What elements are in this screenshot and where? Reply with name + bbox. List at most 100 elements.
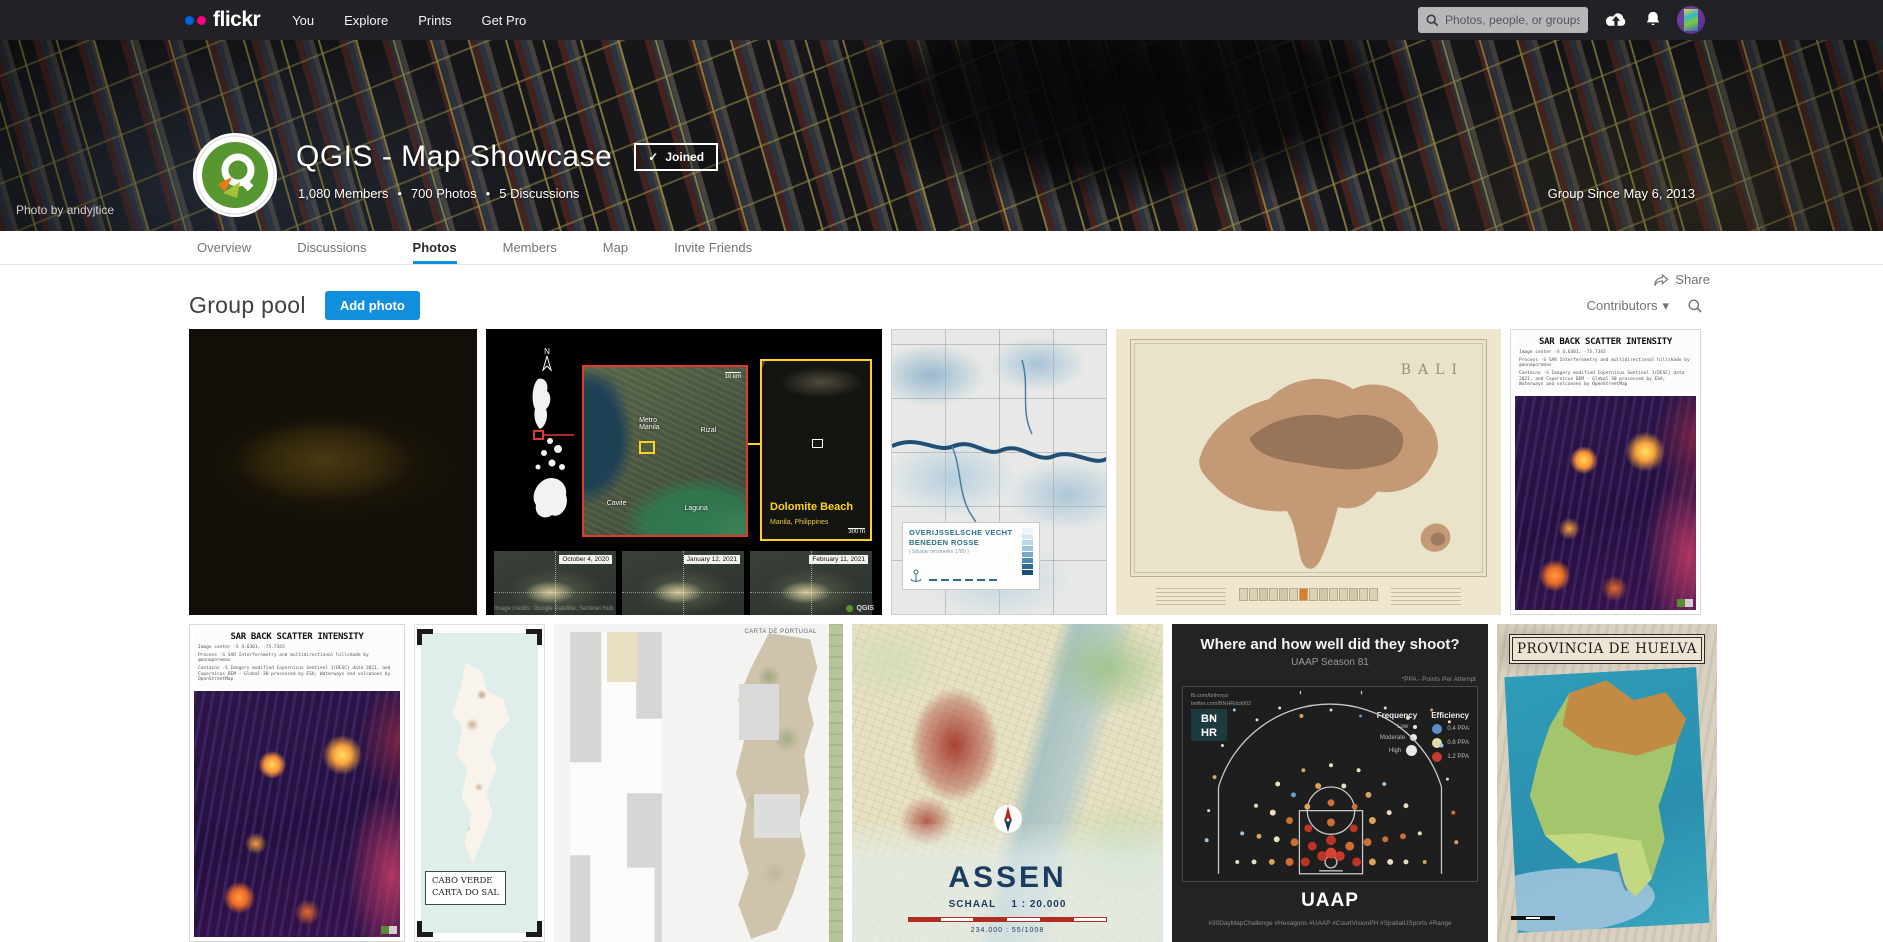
flickr-logo-pink-dot-icon (197, 16, 206, 25)
photo-vecht-river-map[interactable]: OVERIJSSELSCHE VECHT BENEDEN ROSSE ( Sit… (891, 329, 1107, 615)
qgis-mark (1677, 599, 1693, 607)
members-count[interactable]: 1,080 Members (298, 186, 388, 201)
assen-title: ASSEN (852, 861, 1163, 895)
image-credit: Image credits: Google Satellite, Sentine… (494, 606, 613, 612)
crosshair-h (750, 592, 872, 593)
crosshair-h (622, 592, 744, 593)
legend-subtitle: ( Situatie omstreeks 1780 ) (909, 549, 1033, 555)
tab-members[interactable]: Members (503, 231, 557, 264)
nav-get-pro[interactable]: Get Pro (481, 13, 526, 28)
notifications-button[interactable] (1644, 10, 1662, 30)
map-label-metro-manila: Metro Manila (639, 417, 660, 431)
bball-note: *PPA - Points Per Attempt (1402, 676, 1476, 683)
photo-assen-city-map[interactable]: ASSEN SCHAAL 1 : 20.000 234.000 : 55/100… (852, 624, 1163, 942)
connector-line (748, 443, 760, 445)
top-navigation-bar: flickr You Explore Prints Get Pro (0, 0, 1883, 40)
cabo-title-box: CABO VERDE CARTA DO SAL (425, 871, 506, 905)
nav-prints[interactable]: Prints (418, 13, 451, 28)
north-label: N (544, 347, 550, 356)
photo-bali-relief-map[interactable]: BALI (1116, 329, 1501, 615)
flickr-logo[interactable]: flickr (185, 8, 260, 32)
photo-dolomite-beach-map[interactable]: N 10 km Metro Manila Rizal Cavite (486, 329, 882, 615)
page-title: Group pool (189, 292, 306, 319)
tab-discussions[interactable]: Discussions (297, 231, 366, 264)
bball-subtitle: UAAP Season 81 (1172, 657, 1488, 668)
detail-scale-label: 300 m (848, 528, 865, 535)
tab-overview[interactable]: Overview (197, 231, 251, 264)
group-stats: 1,080 Members • 700 Photos • 5 Discussio… (298, 186, 579, 201)
share-icon (1653, 273, 1669, 287)
photo-grid-row-2: SAR BACK SCATTER INTENSITY Image center … (189, 624, 1709, 942)
qgis-brand: QGIS (846, 605, 874, 612)
add-photo-button[interactable]: Add photo (325, 291, 420, 320)
flickr-logo-blue-dot-icon (185, 16, 194, 25)
share-label: Share (1675, 272, 1710, 287)
crop-date-label: October 4, 2020 (559, 555, 612, 564)
adjacent-map-sliver (829, 624, 843, 942)
share-link[interactable]: Share (1653, 272, 1710, 287)
crop-date-label: January 12, 2021 (684, 555, 740, 564)
legend-wave-line (929, 579, 999, 581)
portugal-strip-left (570, 632, 662, 942)
missing-sheet-block (739, 684, 779, 740)
sar-line2: Process -S SAR Interferometry and multid… (198, 653, 396, 664)
discussions-count[interactable]: 5 Discussions (499, 186, 579, 201)
sar-line1: Image center -S 4.6301, -75.7343 (198, 645, 396, 651)
photo-provincia-de-huelva[interactable]: PROVINCIA DE HUELVA (1497, 624, 1717, 942)
detail-highlight-box (812, 439, 823, 448)
dolomite-beach-detail: Dolomite Beach Manila, Philippines 300 m (760, 359, 872, 541)
global-search-box[interactable] (1418, 7, 1588, 33)
huelva-map-artwork (1504, 667, 1709, 933)
map-label-laguna: Laguna (684, 505, 707, 512)
photos-count[interactable]: 700 Photos (411, 186, 477, 201)
group-title-row: QGIS - Map Showcase ✓ Joined (296, 140, 718, 174)
philippines-silhouette (516, 375, 574, 565)
pool-header-row: Group pool Add photo Contributors ▾ (189, 291, 1703, 320)
photo-sar-backscatter-large[interactable]: SAR BACK SCATTER INTENSITY Image center … (189, 624, 405, 942)
photo-dark-relief-map[interactable] (189, 329, 477, 615)
manila-satellite-map: 10 km Metro Manila Rizal Cavite Laguna (582, 365, 748, 537)
qgis-mark (381, 926, 397, 934)
pool-search-icon[interactable] (1687, 298, 1703, 314)
search-input[interactable] (1445, 13, 1580, 27)
upload-button[interactable] (1603, 10, 1629, 30)
tab-photos[interactable]: Photos (413, 231, 457, 264)
tab-map[interactable]: Map (603, 231, 628, 264)
sar-title: SAR BACK SCATTER INTENSITY (198, 632, 396, 642)
nav-you[interactable]: You (292, 13, 314, 28)
nav-explore[interactable]: Explore (344, 13, 388, 28)
photo-grid-row-1: N 10 km Metro Manila Rizal Cavite (189, 329, 1709, 615)
legend-title-line1: OVERIJSSELSCHE VECHT (909, 528, 1033, 538)
cabo-title-line2: CARTA DO SAL (432, 888, 499, 899)
crop-date-label: February 11, 2021 (809, 555, 868, 564)
photo-cabo-verde-map[interactable]: CABO VERDE CARTA DO SAL (414, 624, 545, 942)
pool-header-right: Contributors ▾ (1587, 298, 1703, 314)
photo-sar-backscatter-small[interactable]: SAR BACK SCATTER INTENSITY Image center … (1510, 329, 1701, 615)
frame-corner (417, 921, 433, 937)
contributors-dropdown[interactable]: Contributors ▾ (1587, 298, 1669, 314)
bball-footer-title: UAAP (1172, 890, 1488, 912)
joined-button[interactable]: ✓ Joined (634, 143, 718, 171)
sar-line2: Process -S SAR Interferometry and multid… (1519, 358, 1692, 369)
cloud-upload-icon (1603, 10, 1629, 30)
north-arrow-icon: N (542, 347, 552, 372)
tab-invite-friends[interactable]: Invite Friends (674, 231, 752, 264)
court-artwork (1183, 691, 1477, 877)
group-avatar[interactable] (192, 132, 278, 218)
photo-uaap-shot-chart[interactable]: Where and how well did they shoot? UAAP … (1172, 624, 1488, 942)
portugal-silhouette (704, 630, 822, 942)
compass-icon (993, 804, 1023, 834)
joined-label: Joined (665, 150, 704, 164)
cabo-title-line1: CABO VERDE (432, 876, 499, 887)
user-avatar[interactable] (1677, 6, 1705, 34)
legend-swatches (1022, 528, 1033, 575)
photo-carta-de-portugal[interactable]: CARTA DE PORTUGAL (554, 624, 843, 942)
contributors-label: Contributors (1587, 298, 1658, 313)
bali-legend-text-right (1391, 585, 1461, 605)
bali-legend-text-left (1156, 585, 1226, 605)
portugal-title: CARTA DE PORTUGAL (744, 629, 817, 635)
qgis-brand-label: QGIS (856, 605, 874, 612)
bball-title: Where and how well did they shoot? (1172, 636, 1488, 653)
sar-map-artwork (1515, 396, 1696, 610)
strip-tan-patch (607, 632, 638, 682)
